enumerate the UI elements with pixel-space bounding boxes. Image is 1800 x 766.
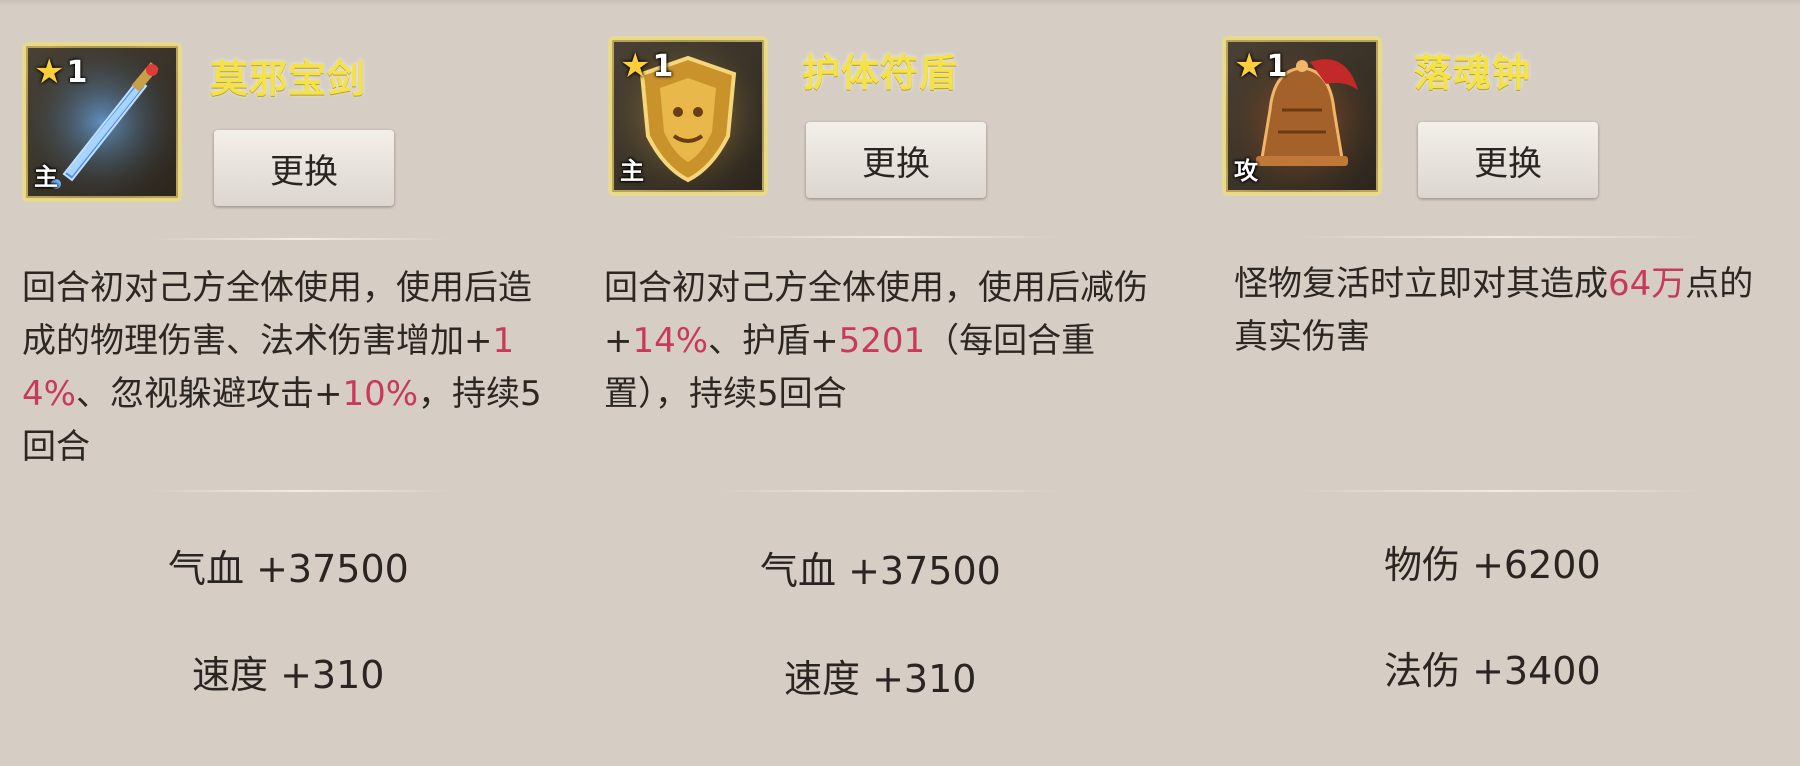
description-text: 、护盾+	[708, 321, 839, 361]
star-count: 1	[66, 54, 88, 90]
shield-icon[interactable]: ★ 1 主	[608, 36, 768, 196]
star-level: ★ 1	[620, 46, 673, 86]
stat-line: 气血 +37500	[760, 549, 1001, 593]
divider	[720, 236, 1060, 238]
swap-button[interactable]: 更换	[1418, 122, 1598, 198]
highlight-value: 5201	[838, 321, 926, 361]
item-name: 落魂钟	[1414, 51, 1532, 95]
highlight-value: 14%	[632, 321, 709, 361]
star-icon: ★	[1234, 46, 1265, 86]
role-badge: 主	[620, 157, 644, 185]
divider	[1300, 490, 1700, 492]
description-text: 怪物复活时立即对其造成	[1234, 264, 1608, 304]
treasure-card: ★ 1 主 护体符盾 更换 回合初对己方全体使用，使用后减伤+14%、护盾+52…	[580, 0, 1200, 766]
swap-button[interactable]: 更换	[806, 122, 986, 198]
stat-line: 物伤 +6200	[1384, 543, 1601, 587]
star-icon: ★	[620, 46, 651, 86]
role-badge: 攻	[1234, 157, 1258, 185]
divider	[1300, 236, 1700, 238]
divider	[720, 490, 1060, 492]
stat-line: 速度 +310	[192, 653, 385, 697]
highlight-value: 64万	[1608, 264, 1686, 304]
description-text: 、忽视躲避攻击+	[75, 374, 343, 414]
star-count: 1	[1266, 48, 1288, 84]
treasure-card: ★ 1 主 莫邪宝剑 更换 回合初对己方全体使用，使用后造成的物理伤害、法术伤害…	[0, 0, 580, 766]
item-name: 莫邪宝剑	[210, 57, 367, 101]
star-level: ★ 1	[34, 52, 87, 92]
description-text: 回合初对己方全体使用，使用后造成的物理伤害、法术伤害增加+	[22, 268, 532, 361]
role-badge: 主	[34, 163, 58, 191]
sword-icon[interactable]: ★ 1 主	[22, 42, 182, 202]
effect-description: 回合初对己方全体使用，使用后减伤+14%、护盾+5201（每回合重置），持续5回…	[604, 262, 1164, 421]
treasure-card: ★ 1 攻 落魂钟 更换 怪物复活时立即对其造成64万点的真实伤害 物伤 +62…	[1200, 0, 1800, 766]
star-icon: ★	[34, 52, 65, 92]
stat-line: 速度 +310	[784, 657, 977, 701]
stat-line: 气血 +37500	[168, 547, 409, 591]
bell-icon[interactable]: ★ 1 攻	[1222, 36, 1382, 196]
highlight-value: 10%	[342, 374, 419, 414]
effect-description: 怪物复活时立即对其造成64万点的真实伤害	[1234, 258, 1774, 364]
star-count: 1	[652, 48, 674, 84]
item-name: 护体符盾	[802, 51, 959, 95]
star-level: ★ 1	[1234, 46, 1287, 86]
stat-line: 法伤 +3400	[1384, 649, 1601, 693]
divider	[150, 490, 450, 492]
effect-description: 回合初对己方全体使用，使用后造成的物理伤害、法术伤害增加+14%、忽视躲避攻击+…	[22, 262, 562, 474]
divider	[150, 238, 450, 240]
swap-button[interactable]: 更换	[214, 130, 394, 206]
